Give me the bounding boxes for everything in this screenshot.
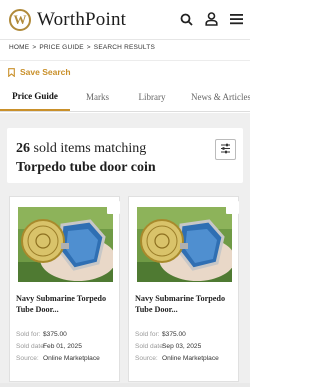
favorite-toggle[interactable] bbox=[107, 201, 120, 214]
item-photo[interactable] bbox=[18, 207, 113, 282]
results-count-line: 26 sold items matching bbox=[16, 141, 146, 157]
favorite-toggle[interactable] bbox=[226, 201, 239, 214]
logo-mark: W bbox=[9, 9, 31, 31]
tab-price-guide[interactable]: Price Guide bbox=[0, 83, 70, 111]
source-value: Online Marketplace bbox=[43, 355, 100, 362]
logo-text: WorthPoint bbox=[37, 9, 127, 30]
item-title[interactable]: Navy Submarine Torpedo Tube Door... bbox=[135, 293, 235, 315]
tab-marks[interactable]: Marks bbox=[70, 83, 125, 111]
sold-date-label: Sold date: bbox=[135, 343, 165, 350]
sold-date-row: Sold date: Sep 03, 2025 bbox=[135, 343, 201, 350]
worthpoint-logo[interactable]: W WorthPoint bbox=[9, 9, 126, 31]
header-icons bbox=[178, 11, 244, 27]
tab-news-articles[interactable]: News & Articles bbox=[179, 83, 250, 111]
filter-button[interactable] bbox=[215, 139, 236, 160]
search-icon[interactable] bbox=[178, 11, 194, 27]
source-value: Online Marketplace bbox=[162, 355, 219, 362]
bottom-edge bbox=[0, 383, 250, 387]
results-header: 26 sold items matching Torpedo tube door… bbox=[7, 128, 243, 183]
breadcrumb-home[interactable]: HOME bbox=[9, 44, 29, 51]
breadcrumb-search-results: SEARCH RESULTS bbox=[93, 43, 155, 51]
sold-for-label: Sold for: bbox=[135, 331, 160, 338]
sold-for-label: Sold for: bbox=[16, 331, 41, 338]
tab-bar: Price Guide Marks Library News & Article… bbox=[0, 83, 250, 112]
source-label: Source: bbox=[16, 355, 39, 362]
sold-for-row: Sold for: $375.00 bbox=[16, 331, 67, 338]
menu-icon[interactable] bbox=[228, 11, 244, 27]
sold-for-value: $375.00 bbox=[43, 331, 67, 338]
source-label: Source: bbox=[135, 355, 158, 362]
results-count: 26 bbox=[16, 141, 30, 156]
sold-date-row: Sold date: Feb 01, 2025 bbox=[16, 343, 82, 350]
save-search-button[interactable]: Save Search bbox=[0, 60, 250, 83]
item-title[interactable]: Navy Submarine Torpedo Tube Door... bbox=[16, 293, 116, 315]
item-photo[interactable] bbox=[137, 207, 232, 282]
breadcrumb-price-guide[interactable]: PRICE GUIDE bbox=[39, 44, 83, 51]
sliders-icon bbox=[220, 141, 231, 159]
save-search-label: Save Search bbox=[20, 67, 71, 77]
breadcrumb-separator: > bbox=[32, 43, 37, 51]
results-count-suffix: sold items matching bbox=[33, 141, 147, 156]
source-row: Source: Online Marketplace bbox=[135, 355, 219, 362]
breadcrumb: HOME > PRICE GUIDE > SEARCH RESULTS bbox=[9, 41, 155, 53]
breadcrumb-separator: > bbox=[86, 43, 91, 51]
tab-library[interactable]: Library bbox=[125, 83, 179, 111]
top-bar: W WorthPoint bbox=[0, 0, 250, 40]
user-icon[interactable] bbox=[203, 11, 219, 27]
result-card[interactable]: Navy Submarine Torpedo Tube Door... Sold… bbox=[128, 196, 239, 382]
sold-for-value: $375.00 bbox=[162, 331, 186, 338]
source-row: Source: Online Marketplace bbox=[16, 355, 100, 362]
sold-date-label: Sold date: bbox=[16, 343, 46, 350]
result-card[interactable]: Navy Submarine Torpedo Tube Door... Sold… bbox=[9, 196, 120, 382]
sold-date-value: Feb 01, 2025 bbox=[43, 343, 82, 350]
sold-date-value: Sep 03, 2025 bbox=[162, 343, 202, 350]
sold-for-row: Sold for: $375.00 bbox=[135, 331, 186, 338]
bookmark-icon bbox=[8, 67, 15, 77]
search-query: Torpedo tube door coin bbox=[16, 160, 156, 175]
